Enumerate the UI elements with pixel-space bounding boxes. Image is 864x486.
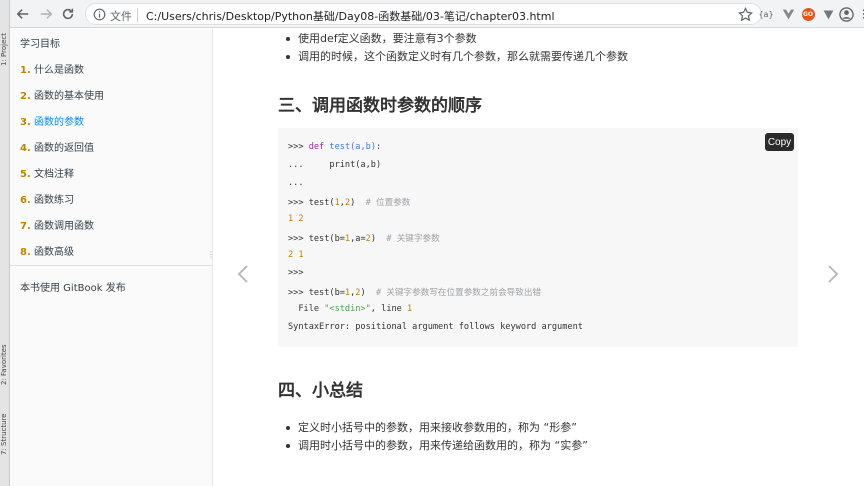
ide-tab-project[interactable]: 1: Project <box>0 16 10 66</box>
extension-go-icon[interactable]: GO <box>800 6 816 22</box>
code-line: >>> <box>288 268 304 278</box>
code-line: >>> test(b=1,2) # 关键字参数写在位置参数之前会导致出错 <box>288 288 542 298</box>
list-item: 调用的时候，这个函数定义时有几个参数，那么就需要传递几个参数 <box>286 48 628 66</box>
sidebar-item-basic-usage[interactable]: 2. 函数的基本使用 <box>20 87 104 102</box>
back-arrow-icon <box>16 9 29 19</box>
code-line: File "<stdin>", line 1 <box>288 304 413 314</box>
sidebar-item-exercises[interactable]: 6. 函数练习 <box>20 191 74 206</box>
list-item: 使用def定义函数，要注意有3个参数 <box>286 30 628 48</box>
extension-json-icon[interactable]: {a} <box>758 6 774 22</box>
code-line: ... print(a,b) <box>288 160 382 170</box>
code-line: >>> test(b=1,a=2) # 关键字参数 <box>288 234 440 244</box>
reload-button[interactable] <box>59 5 77 23</box>
profile-avatar-icon[interactable] <box>838 6 854 22</box>
list-item: 调用时小括号中的参数，用来传递给函数用的，称为 “实参” <box>286 437 588 455</box>
sidebar-item-learning-goals[interactable]: 学习目标 <box>20 35 60 50</box>
page-content: 使用def定义函数，要注意有3个参数 调用的时候，这个函数定义时有几个参数，那么… <box>214 29 864 486</box>
sidebar-item-nested-calls[interactable]: 7. 函数调用函数 <box>20 217 94 232</box>
list-item: 定义时小括号中的参数，用来接收参数用的，称为 “形参” <box>286 419 588 437</box>
sidebar-divider <box>10 265 212 266</box>
gitbook-credit-link[interactable]: 本书使用 GitBook 发布 <box>20 279 126 294</box>
section-heading-summary: 四、小总结 <box>278 381 363 401</box>
copy-code-button[interactable]: Copy <box>765 133 794 151</box>
top-bullet-list: 使用def定义函数，要注意有3个参数 调用的时候，这个函数定义时有几个参数，那么… <box>286 30 628 66</box>
address-bar[interactable]: 文件 C:/Users/chris/Desktop/Python基础/Day08… <box>85 3 762 25</box>
summary-bullet-list: 定义时小括号中的参数，用来接收参数用的，称为 “形参” 调用时小括号中的参数，用… <box>286 419 588 455</box>
extension-shield-icon[interactable] <box>820 6 836 22</box>
forward-arrow-icon <box>40 9 53 19</box>
sidebar-item-advanced[interactable]: 8. 函数高级 <box>20 243 74 258</box>
bookmark-star-icon[interactable] <box>738 7 753 22</box>
code-line: >>> test(1,2) # 位置参数 <box>288 198 411 208</box>
omnibox-separator <box>137 8 138 22</box>
code-block[interactable]: >>> def test(a,b): ... print(a,b) ... >>… <box>278 128 798 347</box>
reload-icon <box>62 8 74 20</box>
sidebar-item-parameters[interactable]: 3. 函数的参数 <box>20 113 84 128</box>
ide-side-strip: 1: Project 2: Favorites 7: Structure <box>0 0 10 486</box>
section-heading-call-order: 三、调用函数时参数的顺序 <box>278 96 482 116</box>
code-line: 1 2 <box>288 214 304 224</box>
url-text[interactable]: C:/Users/chris/Desktop/Python基础/Day08-函数… <box>146 8 555 24</box>
extension-vue-icon[interactable] <box>780 6 796 22</box>
info-icon[interactable] <box>93 8 106 21</box>
code-line: SyntaxError: positional argument follows… <box>288 322 583 332</box>
code-line: >>> def test(a,b): <box>288 142 382 152</box>
browser-toolbar: 文件 C:/Users/chris/Desktop/Python基础/Day08… <box>10 0 864 28</box>
back-button[interactable] <box>14 5 32 23</box>
code-line: ... <box>288 178 304 188</box>
sidebar-item-what-is-function[interactable]: 1. 什么是函数 <box>20 61 84 76</box>
ide-tab-favorites[interactable]: 2: Favorites <box>0 325 10 385</box>
sidebar-item-return-value[interactable]: 4. 函数的返回值 <box>20 139 94 154</box>
sidebar-item-doc-comments[interactable]: 5. 文档注释 <box>20 165 74 180</box>
browser-menu-icon[interactable] <box>856 6 864 22</box>
file-scheme-label: 文件 <box>110 10 132 23</box>
ide-tab-structure[interactable]: 7: Structure <box>0 395 10 455</box>
code-line: 2 1 <box>288 250 304 260</box>
forward-button[interactable] <box>37 5 55 23</box>
book-sidebar: 学习目标 1. 什么是函数 2. 函数的基本使用 3. 函数的参数 4. 函数的… <box>10 29 215 486</box>
